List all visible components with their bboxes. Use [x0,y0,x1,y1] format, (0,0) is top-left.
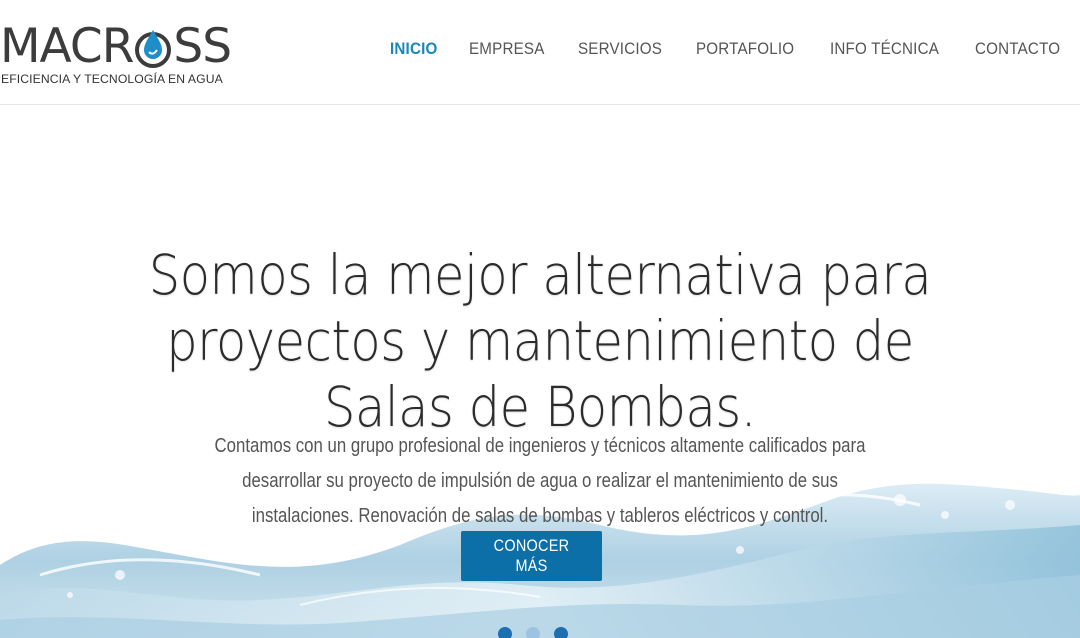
headline-line-1: Somos la mejor alternativa para [148,242,932,307]
conocer-mas-button[interactable]: CONOCER MÁS [461,531,602,581]
nav-item-portafolio[interactable]: PORTAFOLIO [696,40,794,59]
brand-logo[interactable]: MACR SS EFICIENCIA Y TECNOLOGÍA EN AGUA [0,18,232,88]
logo-wordmark: MACR SS [0,19,232,74]
water-drop-icon [133,24,173,68]
main-nav: INICIO EMPRESA SERVICIOS PORTAFOLIO INFO… [390,40,1068,59]
nav-item-inicio[interactable]: INICIO [390,40,437,59]
hero-slider: Somos la mejor alternativa para proyecto… [0,105,1080,638]
nav-item-info-tecnica[interactable]: INFO TÉCNICA [830,40,939,59]
hero-description: Contamos con un grupo profesional de ing… [214,435,866,527]
logo-tagline: EFICIENCIA Y TECNOLOGÍA EN AGUA [1,72,223,86]
slider-pagination [498,627,568,638]
nav-item-servicios[interactable]: SERVICIOS [578,40,662,59]
nav-item-empresa[interactable]: EMPRESA [469,40,545,59]
site-header: MACR SS EFICIENCIA Y TECNOLOGÍA EN AGUA … [0,0,1080,105]
headline-line-2: proyectos y mantenimiento de [166,308,914,373]
slider-dot-2[interactable] [526,627,540,638]
cta-label: CONOCER MÁS [493,536,570,575]
nav-item-contacto[interactable]: CONTACTO [975,40,1060,59]
hero-headline: Somos la mejor alternativa para proyecto… [0,242,1080,440]
slider-dot-3[interactable] [554,627,568,638]
slider-dot-1[interactable] [498,627,512,638]
